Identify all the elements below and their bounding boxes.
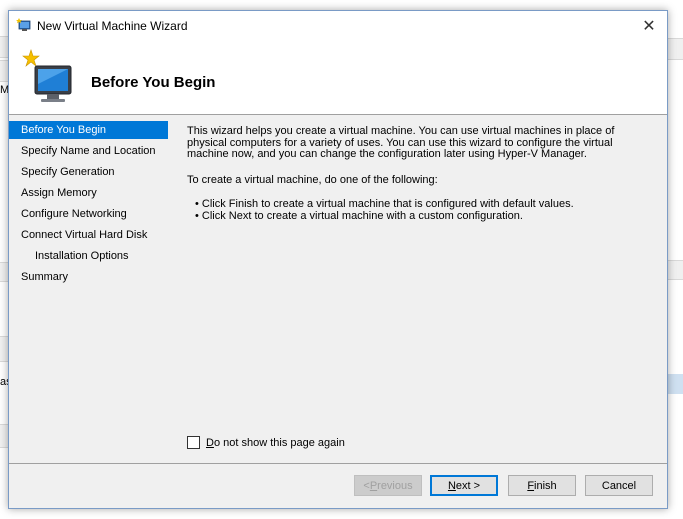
background-toolbar [0,36,8,58]
step-before-you-begin[interactable]: Before You Begin [9,121,168,139]
virtual-machine-icon [16,18,31,31]
finish-button[interactable]: Finish [508,475,576,496]
instruction-text: To create a virtual machine, do one of t… [187,174,438,186]
cancel-button[interactable]: Cancel [585,475,653,496]
step-summary[interactable]: Summary [9,268,168,286]
background-panel [668,38,683,60]
step-specify-generation[interactable]: Specify Generation [9,163,168,181]
background-selection [668,374,683,394]
wizard-dialog: New Virtual Machine Wizard ✕ Before You … [8,10,668,509]
step-specify-name-and-location[interactable]: Specify Name and Location [9,142,168,160]
background-toolbar [0,60,8,82]
wizard-step-list: Before You Begin Specify Name and Locati… [9,118,169,464]
do-not-show-checkbox[interactable] [187,436,200,449]
close-icon: ✕ [642,17,656,35]
window-title: New Virtual Machine Wizard [37,19,188,33]
bullet-next: • Click Next to create a virtual machine… [195,210,523,222]
previous-button[interactable]: < Previous [354,475,422,496]
step-connect-virtual-hard-disk[interactable]: Connect Virtual Hard Disk [9,226,168,244]
step-configure-networking[interactable]: Configure Networking [9,205,168,223]
page-title: Before You Begin [91,74,216,91]
background-panel [0,424,8,448]
bullet-finish: • Click Finish to create a virtual machi… [195,198,574,210]
step-installation-options[interactable]: Installation Options [9,247,168,265]
wizard-header: Before You Begin [9,40,667,115]
do-not-show-label[interactable]: Do not show this page again [206,437,345,449]
step-assign-memory[interactable]: Assign Memory [9,184,168,202]
background-panel [0,336,8,362]
wizard-content: This wizard helps you create a virtual m… [173,118,665,464]
wizard-monitor-icon [22,49,72,102]
background-panel [668,260,683,280]
footer-divider [9,463,667,464]
next-button[interactable]: Next > [430,475,498,496]
background-panel [0,262,8,282]
title-bar[interactable]: New Virtual Machine Wizard ✕ [9,11,667,40]
close-button[interactable]: ✕ [631,11,667,40]
intro-text: This wizard helps you create a virtual m… [187,125,615,160]
do-not-show-checkbox-row[interactable]: Do not show this page again [187,436,345,449]
